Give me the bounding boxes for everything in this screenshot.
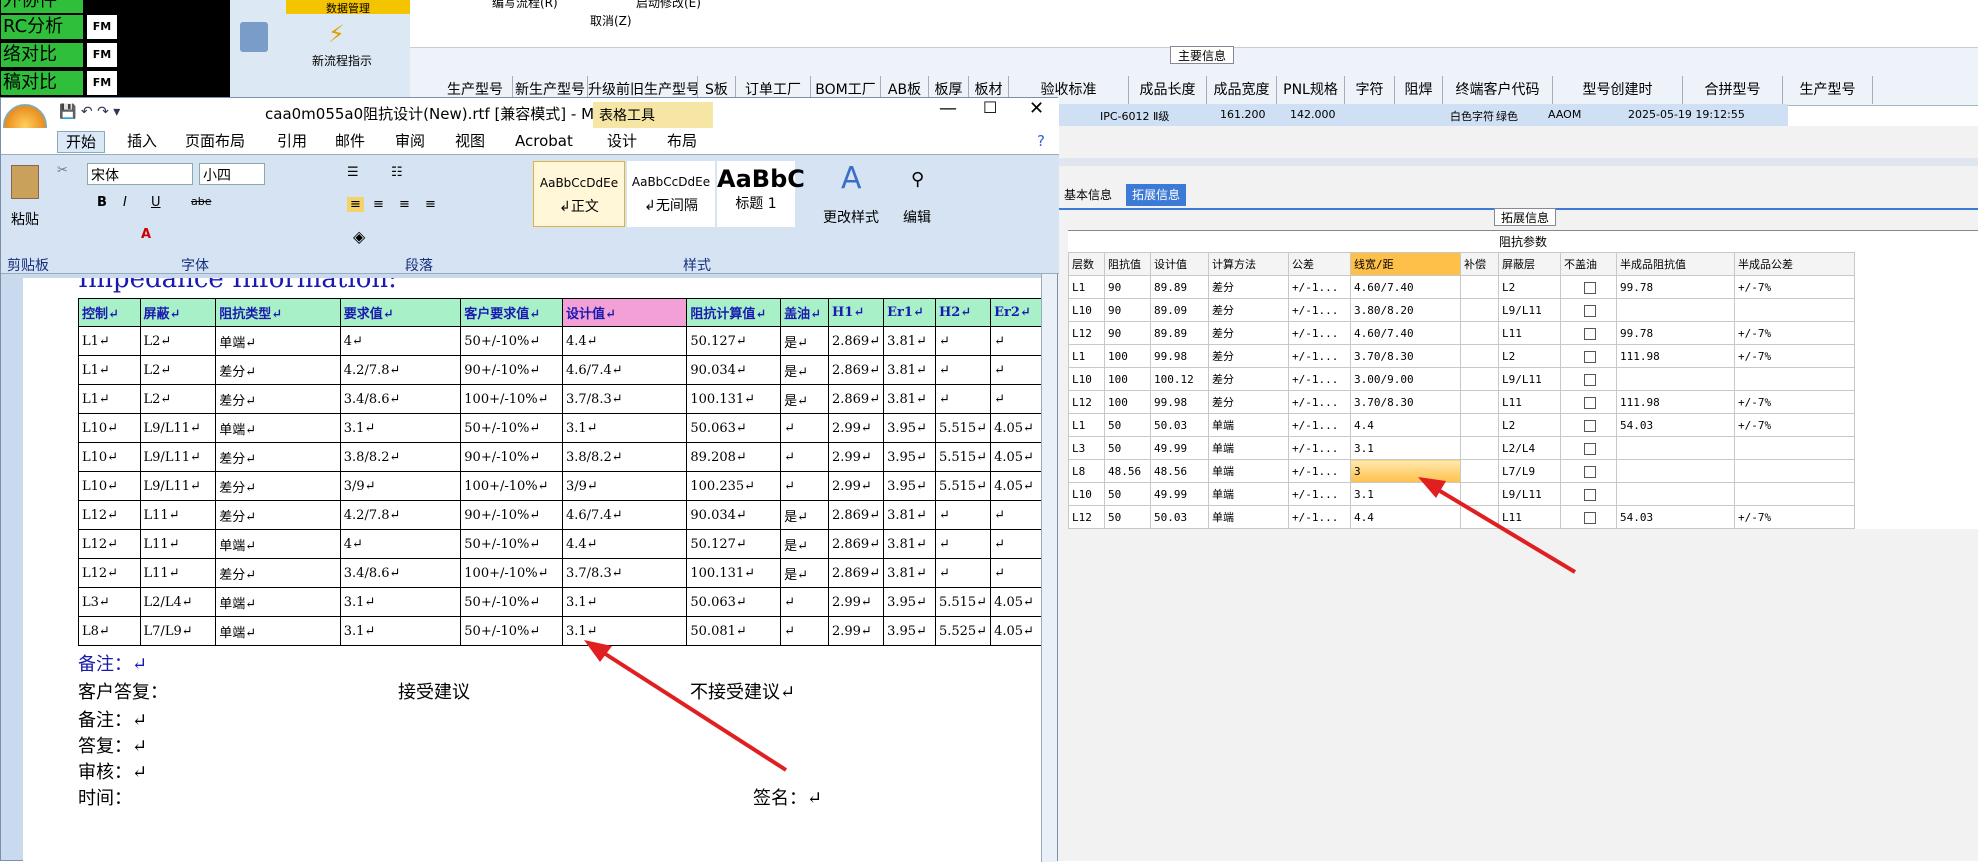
arrow-head-right bbox=[1418, 477, 1446, 498]
arrow-line-left bbox=[594, 646, 788, 772]
arrow-head-left bbox=[584, 640, 612, 662]
arrow-line-right bbox=[1428, 483, 1577, 574]
annotation-arrows bbox=[584, 477, 1577, 772]
